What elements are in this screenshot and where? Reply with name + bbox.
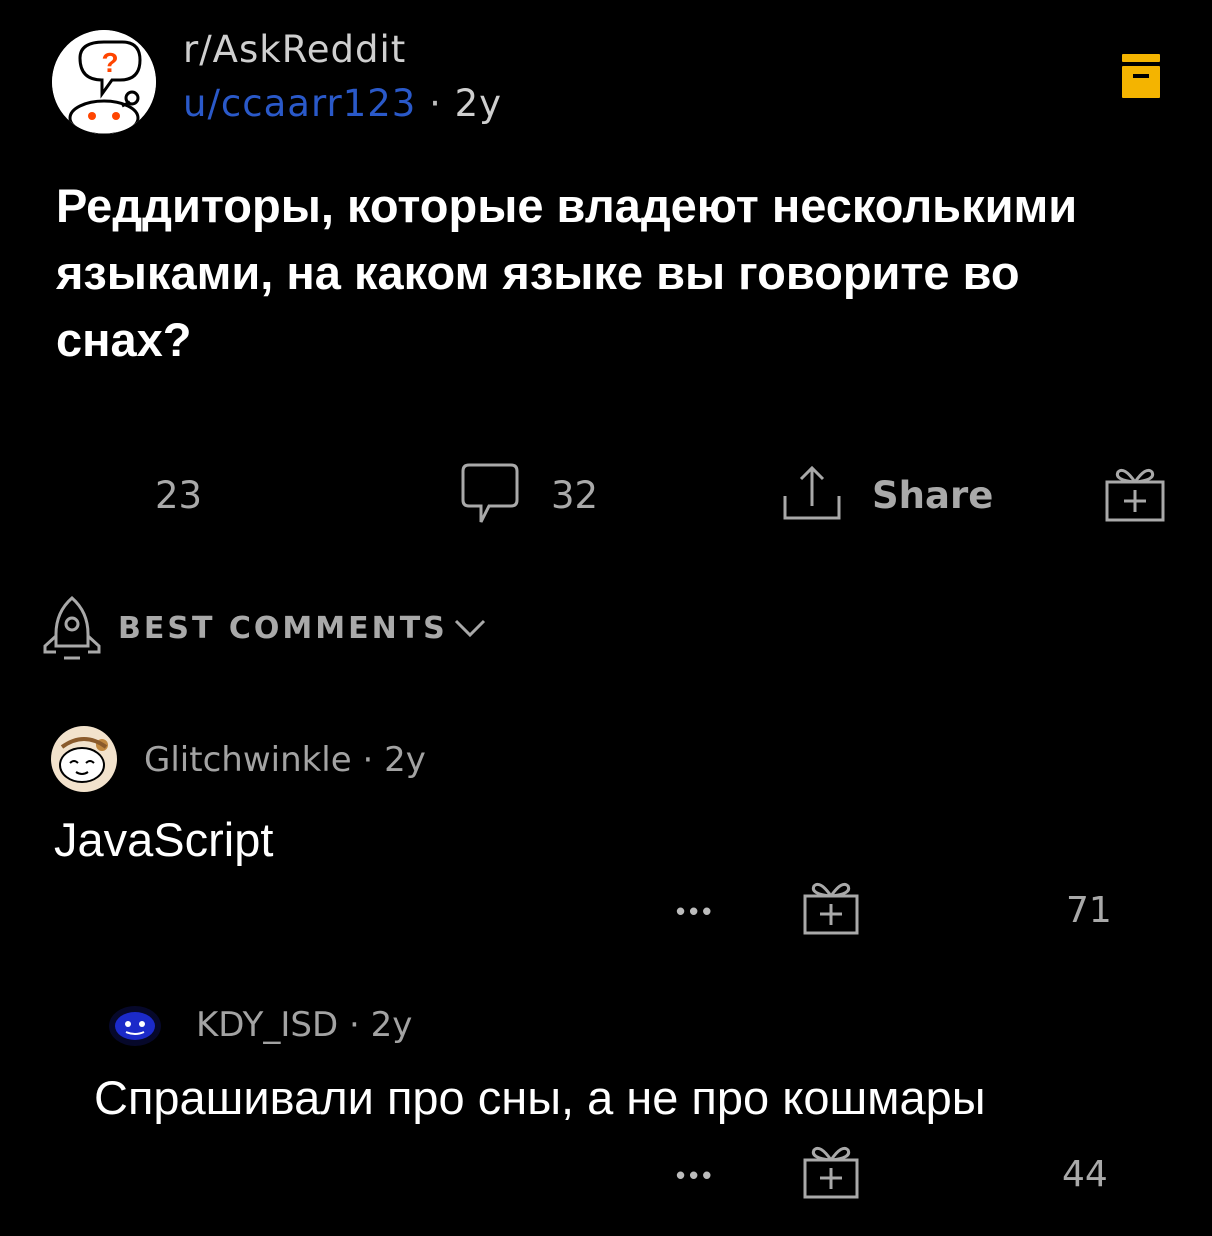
share-icon[interactable]	[781, 462, 843, 524]
save-icon[interactable]	[1122, 54, 1160, 98]
subreddit-name[interactable]: r/AskReddit	[183, 28, 406, 71]
share-button[interactable]: Share	[872, 474, 993, 517]
comment-count[interactable]: 32	[551, 474, 598, 517]
rocket-icon[interactable]	[42, 594, 102, 662]
meta-separator: ·	[349, 1005, 360, 1045]
subreddit-avatar[interactable]: ?	[52, 30, 156, 134]
comment-vote-count: 44	[1062, 1154, 1108, 1195]
comment-body: Спрашивали про сны, а не про кошмары	[94, 1071, 986, 1124]
comment-age: 2y	[384, 740, 426, 780]
comment-icon[interactable]	[459, 462, 521, 528]
sort-dropdown[interactable]: BEST COMMENTS	[118, 611, 448, 646]
comment-meta: KDY_ISD · 2y	[196, 1005, 412, 1045]
chevron-down-icon[interactable]	[454, 618, 486, 638]
post-age: 2y	[454, 82, 503, 125]
more-options-button[interactable]: •••	[676, 896, 715, 927]
comment-age: 2y	[370, 1005, 413, 1045]
post-author[interactable]: u/ccaarr123	[183, 82, 416, 125]
award-icon[interactable]	[1104, 462, 1166, 524]
svg-text:?: ?	[101, 47, 118, 78]
avatar[interactable]	[50, 725, 118, 793]
comment-author[interactable]: Glitchwinkle	[144, 740, 352, 780]
post-meta: u/ccaarr123 · 2y	[183, 82, 502, 125]
award-icon[interactable]	[802, 874, 860, 936]
comment-author[interactable]: KDY_ISD	[196, 1005, 338, 1045]
comment-vote-count: 71	[1066, 890, 1112, 931]
more-options-button[interactable]: •••	[676, 1160, 715, 1191]
vote-count: 23	[155, 474, 203, 517]
meta-separator: ·	[362, 740, 374, 780]
award-icon[interactable]	[802, 1138, 860, 1200]
comment-meta: Glitchwinkle · 2y	[144, 740, 426, 780]
askreddit-logo: ?	[52, 30, 156, 134]
comment-body: JavaScript	[54, 813, 274, 866]
meta-separator: ·	[429, 82, 442, 125]
avatar[interactable]	[108, 1004, 162, 1048]
post-title[interactable]: Реддиторы, которые владеют несколькими я…	[56, 172, 1166, 373]
